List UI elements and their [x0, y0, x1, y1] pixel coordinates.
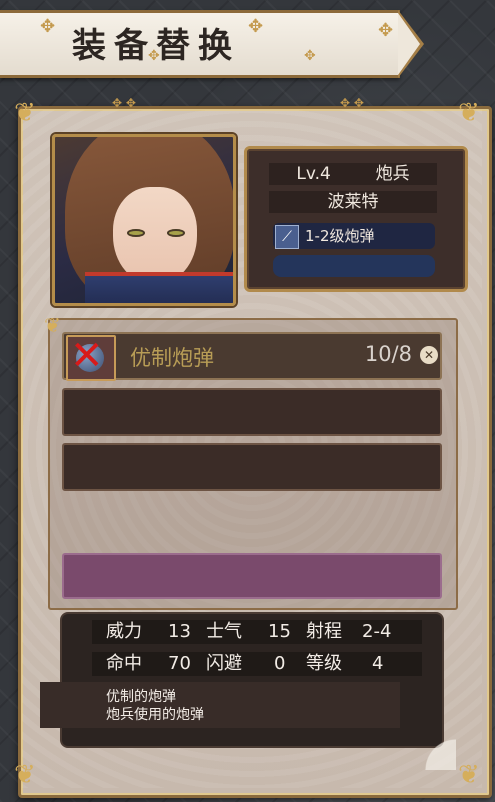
corner-ornament-icon: ❦	[458, 98, 480, 128]
banner-arrow-inner	[398, 13, 420, 75]
stat-value: 4	[372, 653, 384, 674]
character-info-box: Lv.4 炮兵 波莱特 ⟋ 1-2级炮弹	[244, 146, 468, 292]
portrait-eye	[167, 229, 185, 237]
corner-ornament-icon: ❦	[14, 760, 36, 790]
stat-label: 士气	[206, 621, 242, 642]
secondary-weapon-slot[interactable]	[273, 255, 435, 277]
fleur-icon: ✥	[304, 48, 316, 64]
slot-item-name: 优制炮弹	[130, 346, 214, 370]
stat-label: 威力	[106, 621, 142, 642]
stat-value: 15	[268, 621, 291, 642]
cannonball-weapon-icon: ⟋	[275, 225, 299, 249]
cannonball-icon: ✕	[66, 333, 116, 381]
corner-ornament-icon: ❦	[458, 760, 480, 790]
weapon-slot[interactable]: ⟋ 1-2级炮弹	[273, 223, 435, 249]
stats-row-2: 命中 70 闪避 0 等级 4	[92, 652, 422, 676]
equipment-slot-3[interactable]	[62, 443, 442, 491]
character-portrait	[52, 134, 236, 306]
slot-item-count: 10/8	[364, 342, 412, 366]
stat-value: 2-4	[362, 621, 392, 642]
portrait-eye	[127, 229, 145, 237]
lace-decoration	[396, 730, 456, 770]
equipment-slot-2[interactable]	[62, 388, 442, 436]
stat-label: 射程	[306, 621, 342, 642]
page-title: 装备替换	[72, 26, 240, 66]
description-box	[40, 682, 400, 728]
fleur-icon: ✥ ✥	[340, 96, 364, 110]
character-class: 炮兵	[375, 164, 410, 184]
portrait-face	[113, 187, 197, 285]
character-name: 波莱特	[269, 191, 437, 213]
fleur-icon: ✥	[248, 16, 264, 37]
fleur-icon: ✥	[378, 20, 394, 41]
item-description-title: 优制的炮弹	[106, 689, 176, 705]
equipment-slot-1[interactable]: ✕ 优制炮弹 10/8 ✕	[62, 332, 442, 381]
character-level: Lv.4	[296, 164, 331, 184]
equipment-slot-4[interactable]	[62, 553, 442, 599]
stat-value: 0	[274, 653, 286, 674]
weapon-label: 1-2级炮弹	[305, 227, 375, 245]
stat-label: 等级	[306, 653, 342, 674]
unavailable-cross-icon: ✕	[70, 333, 104, 379]
close-circle-icon[interactable]: ✕	[420, 346, 438, 364]
stats-row-1: 威力 13 士气 15 射程 2-4	[92, 620, 422, 644]
stat-label: 命中	[106, 653, 142, 674]
stat-value: 13	[168, 621, 191, 642]
fleur-icon: ✥	[40, 16, 56, 37]
stat-label: 闪避	[206, 653, 242, 674]
item-description-text: 炮兵使用的炮弹	[106, 707, 204, 723]
fleur-icon: ✥ ✥	[112, 96, 136, 110]
portrait-collar	[85, 272, 233, 303]
level-class-row: Lv.4 炮兵	[269, 163, 437, 185]
corner-ornament-icon: ❦	[44, 313, 61, 337]
stat-value: 70	[168, 653, 191, 674]
corner-ornament-icon: ❦	[14, 98, 36, 128]
